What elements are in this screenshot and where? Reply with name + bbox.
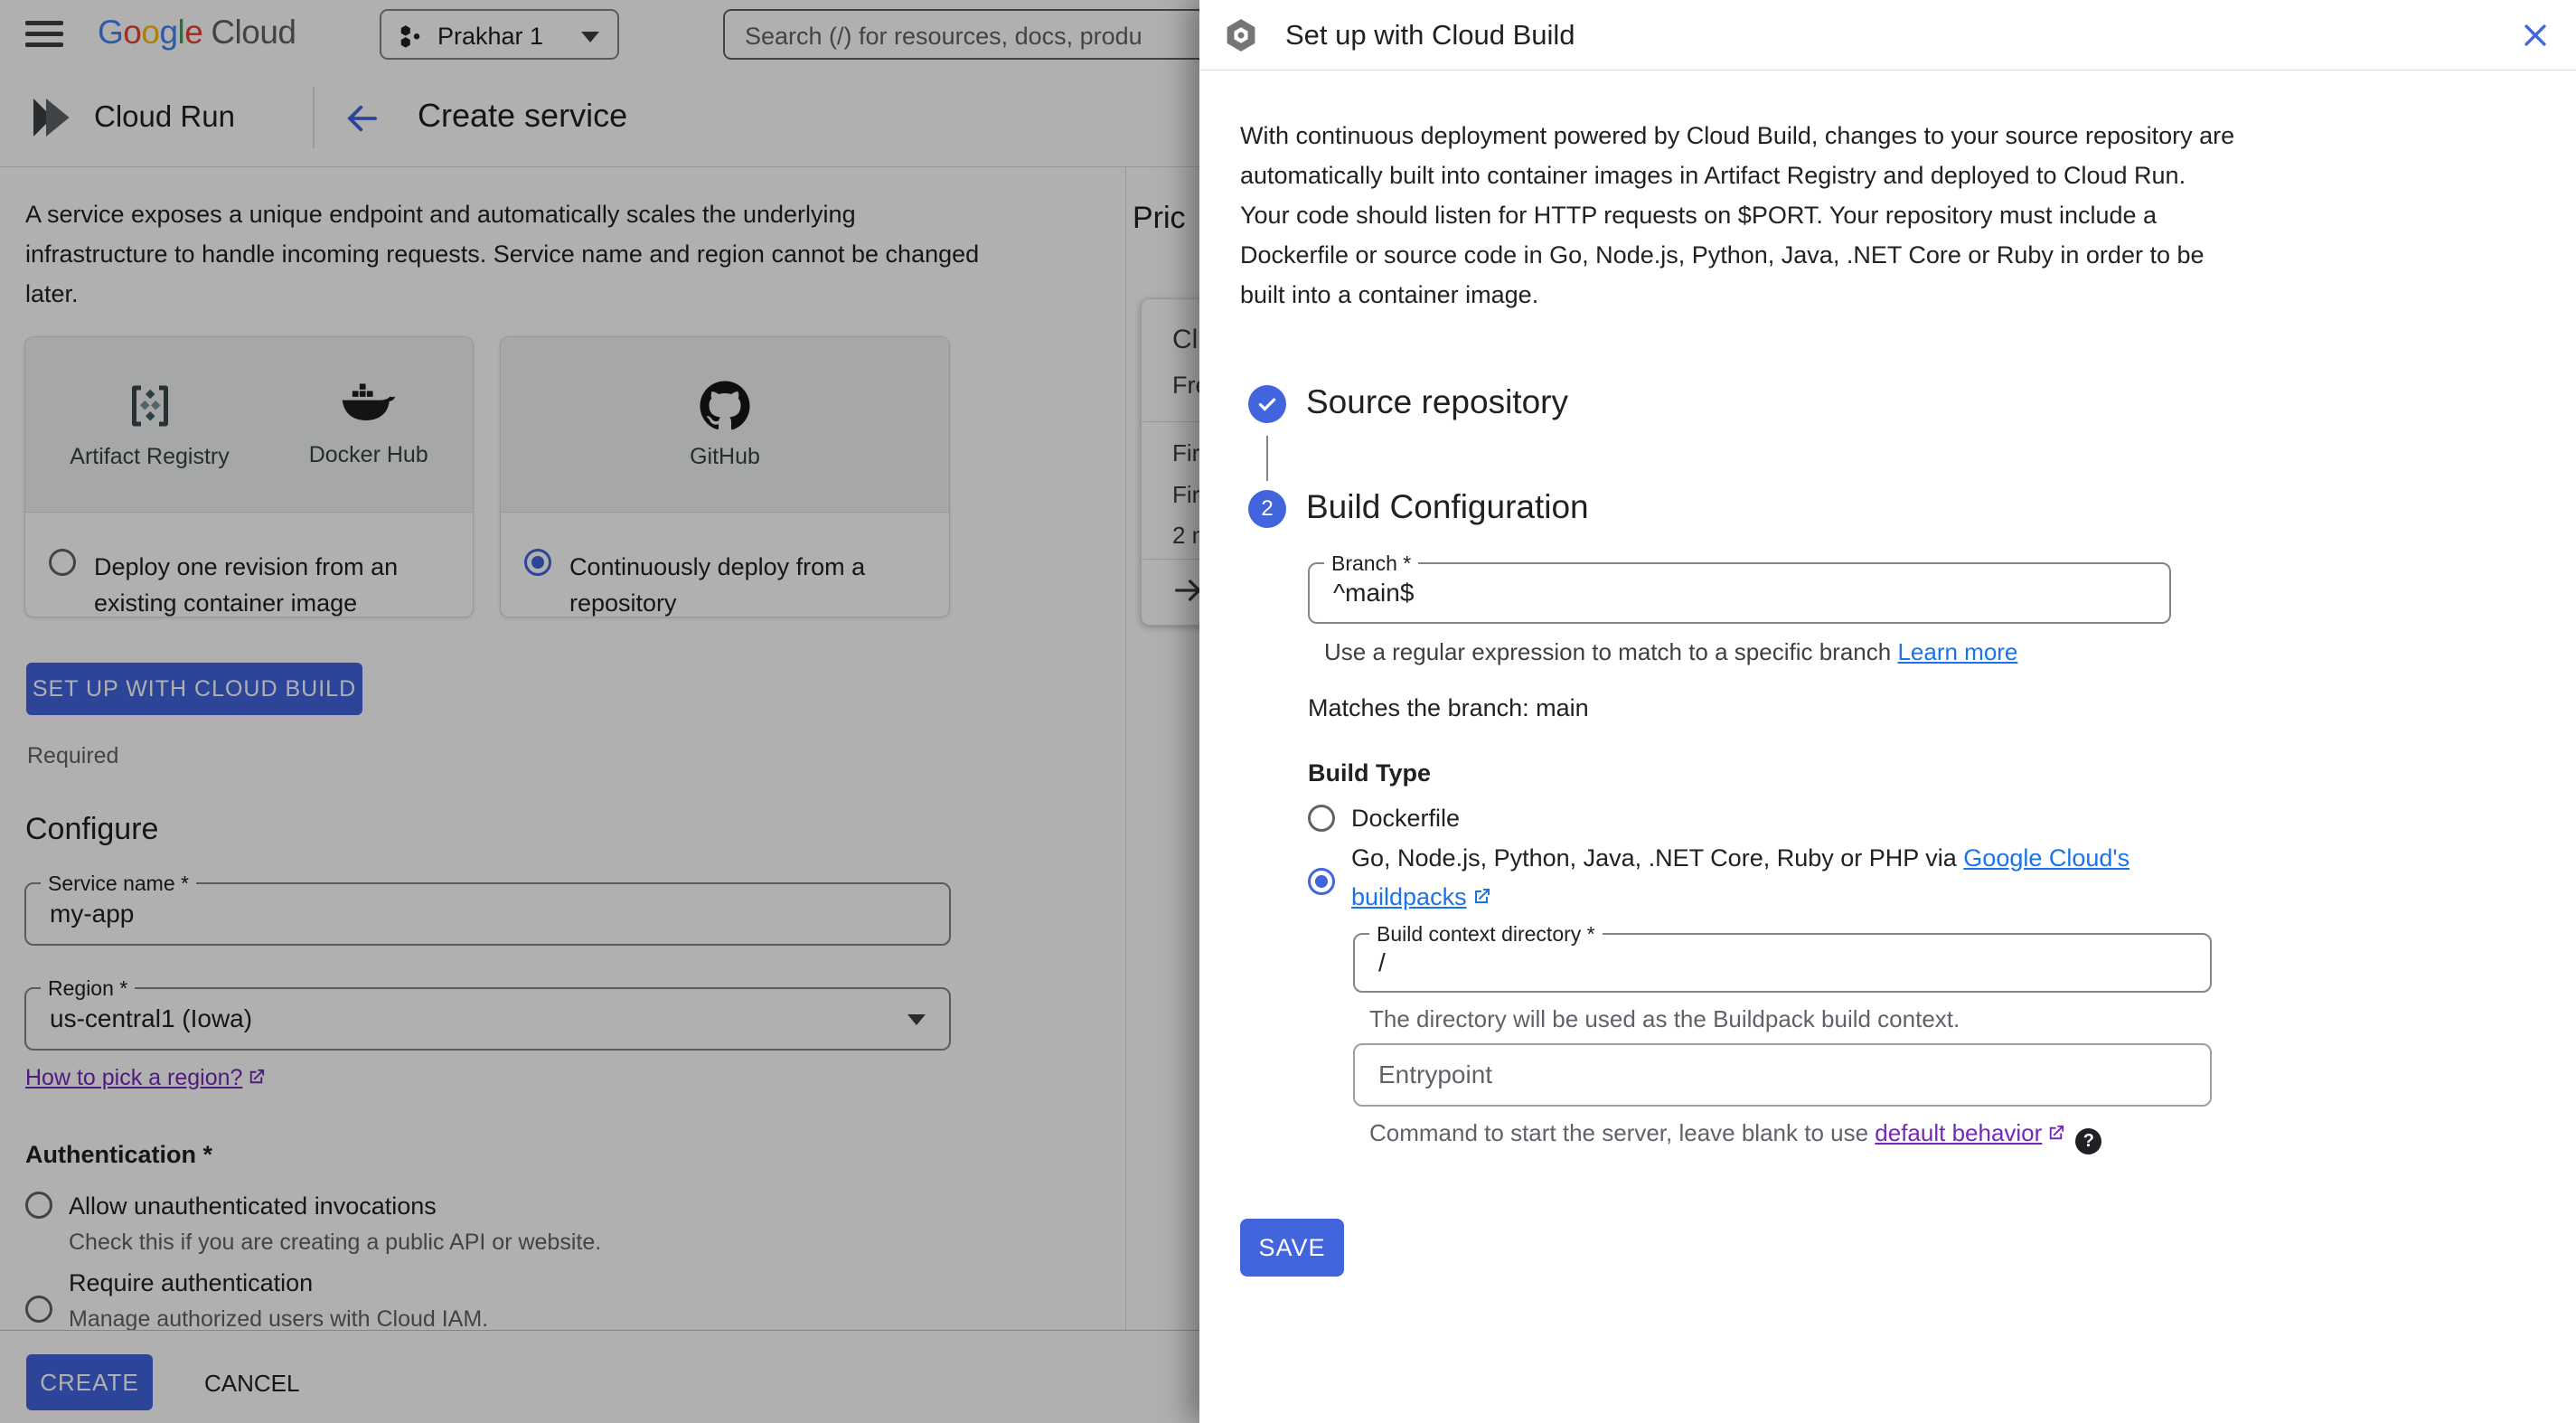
build-type-heading: Build Type xyxy=(1308,759,1432,787)
buildpacks-radio[interactable] xyxy=(1308,868,1335,895)
step-2-indicator: 2 xyxy=(1248,490,1286,528)
close-icon[interactable] xyxy=(2520,20,2551,51)
external-link-icon xyxy=(1474,889,1490,903)
build-context-label: Build context directory * xyxy=(1369,921,1603,947)
dockerfile-label[interactable]: Dockerfile xyxy=(1351,805,1460,833)
cloud-build-icon xyxy=(1227,19,1255,52)
save-button[interactable]: SAVE xyxy=(1240,1219,1344,1277)
entrypoint-helper: Command to start the server, leave blank… xyxy=(1369,1119,2102,1154)
learn-more-link[interactable]: Learn more xyxy=(1897,638,2017,665)
google-cloud-console: Google Cloud Prakhar 1 Search (/) for res… xyxy=(0,0,2576,1423)
default-behavior-link[interactable]: default behavior xyxy=(1875,1119,2042,1146)
step-connector xyxy=(1266,436,1268,481)
panel-description-2: Your code should listen for HTTP request… xyxy=(1240,202,2205,308)
panel-header-divider xyxy=(1199,70,2576,71)
cloud-build-panel: Set up with Cloud Build With continuous … xyxy=(1199,0,2576,1423)
entrypoint-placeholder: Entrypoint xyxy=(1378,1060,1493,1088)
panel-title: Set up with Cloud Build xyxy=(1285,19,1575,51)
branch-label: Branch * xyxy=(1324,551,1419,577)
build-context-helper: The directory will be used as the Buildp… xyxy=(1369,1005,1960,1032)
panel-description: With continuous deployment powered by Cl… xyxy=(1240,116,2243,315)
branch-helper-text: Use a regular expression to match to a s… xyxy=(1324,638,1898,665)
panel-description-1: With continuous deployment powered by Cl… xyxy=(1240,122,2235,189)
entrypoint-helper-text: Command to start the server, leave blank… xyxy=(1369,1119,1876,1146)
dockerfile-radio[interactable] xyxy=(1308,805,1335,832)
buildpacks-label[interactable]: Go, Node.js, Python, Java, .NET Core, Ru… xyxy=(1351,839,2147,917)
build-context-field[interactable]: Build context directory * / xyxy=(1353,921,2212,993)
step-source-repository-title[interactable]: Source repository xyxy=(1306,383,1568,421)
entrypoint-field[interactable]: Entrypoint xyxy=(1353,1043,2212,1107)
help-icon[interactable] xyxy=(2075,1128,2102,1154)
branch-helper: Use a regular expression to match to a s… xyxy=(1324,638,2017,666)
step-2-number: 2 xyxy=(1261,496,1274,521)
step-1-indicator xyxy=(1248,385,1286,423)
external-link-icon xyxy=(2050,1125,2064,1140)
branch-value: ^main$ xyxy=(1333,579,1415,607)
check-icon xyxy=(1258,398,1276,411)
buildpacks-label-text: Go, Node.js, Python, Java, .NET Core, Ru… xyxy=(1351,844,1964,872)
build-context-value: / xyxy=(1378,948,1386,976)
branch-field[interactable]: Branch * ^main$ xyxy=(1308,551,2171,624)
matches-branch-text: Matches the branch: main xyxy=(1308,694,1589,721)
step-build-configuration-title[interactable]: Build Configuration xyxy=(1306,488,1589,526)
